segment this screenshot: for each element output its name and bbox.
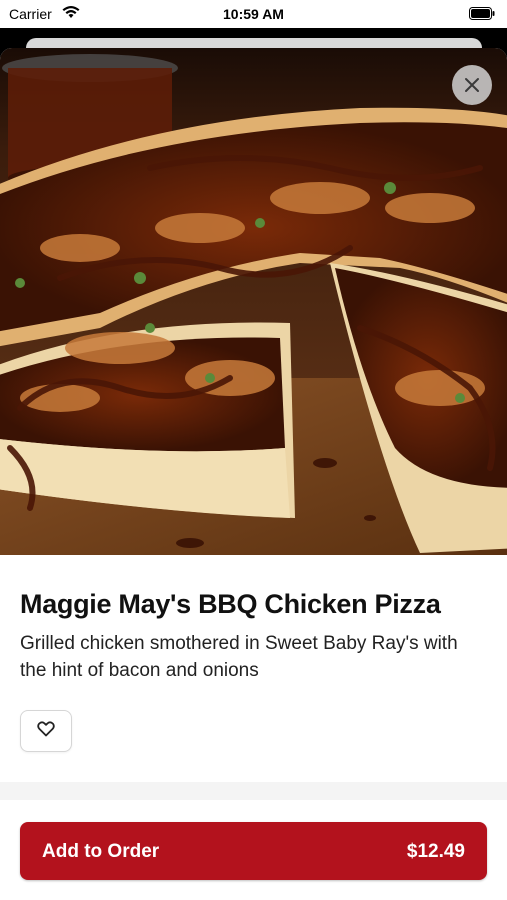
status-bar: Carrier 10:59 AM bbox=[0, 0, 507, 28]
bbq-chicken-pizza-photo bbox=[0, 48, 507, 555]
close-button[interactable] bbox=[452, 65, 492, 105]
add-to-order-label: Add to Order bbox=[42, 841, 160, 862]
favorite-button[interactable] bbox=[20, 710, 72, 752]
item-price: $12.49 bbox=[406, 841, 465, 862]
section-divider bbox=[0, 782, 507, 800]
item-details: Maggie May's BBQ Chicken Pizza Grilled c… bbox=[0, 589, 507, 752]
item-description: Grilled chicken smothered in Sweet Baby … bbox=[20, 633, 458, 681]
battery-icon bbox=[469, 7, 495, 23]
heart-icon bbox=[37, 720, 55, 742]
item-title: Maggie May's BBQ Chicken Pizza bbox=[20, 589, 441, 619]
item-detail-sheet: Maggie May's BBQ Chicken Pizza Grilled c… bbox=[0, 48, 507, 900]
item-image bbox=[0, 48, 507, 555]
clock: 10:59 AM bbox=[223, 6, 284, 22]
close-icon bbox=[463, 76, 481, 94]
add-to-order-button[interactable]: Add to Order $12.49 bbox=[20, 822, 487, 880]
